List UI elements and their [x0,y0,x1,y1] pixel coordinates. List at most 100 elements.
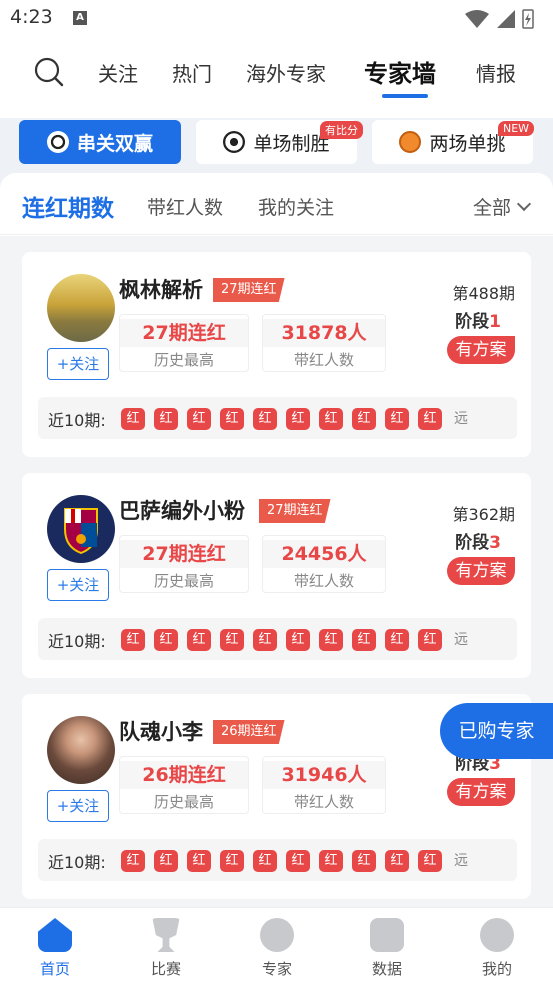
soccer-ball-icon [223,131,246,153]
has-plan-button[interactable]: 有方案 [447,557,515,585]
result-dot: 红 [121,629,145,651]
notification-a-icon: A [73,11,87,25]
nav-experts[interactable]: 专家 [237,918,317,979]
stage-prefix: 阶段 [455,533,490,553]
nav-data[interactable]: 数据 [347,918,427,979]
home-icon [38,918,72,952]
result-dot: 红 [352,629,376,651]
nav-label: 数据 [371,960,402,978]
score-badge: 有比分 [320,121,363,139]
search-icon[interactable] [33,56,65,88]
nav-label: 比赛 [150,960,181,978]
filter-label: 全部 [472,197,511,219]
system-icons [465,9,534,29]
status-bar: 4:23 A [0,0,553,38]
segment-parlay[interactable]: 串关双赢 [19,120,181,164]
result-dot: 红 [319,850,343,872]
stage-number: 3 [489,533,501,553]
stat-label: 带红人数 [293,572,354,590]
expert-card[interactable]: +关注 巴萨编外小粉 27期连红 27期连红 历史最高 24456人 带红人数 … [22,473,531,678]
result-dot: 红 [253,408,277,430]
expert-badge-icon [260,918,294,952]
follow-button[interactable]: +关注 [47,790,109,822]
avatar [47,495,115,563]
stage-indicator: 阶段3 [455,528,501,553]
result-dot: 红 [220,629,244,651]
result-dot: 红 [352,850,376,872]
segment-label: 单场制胜 [253,132,330,155]
result-dot: 红 [220,850,244,872]
nav-label: 首页 [39,960,70,978]
follow-button[interactable]: +关注 [47,569,109,601]
far-label: 远 [454,632,468,648]
new-badge: NEW [498,121,535,136]
segment-label: 串关双赢 [76,132,153,155]
stat-value: 27期连红 [120,319,248,347]
bar-chart-icon [370,918,404,952]
subtab-fans[interactable]: 带红人数 [147,193,223,220]
chevron-down-icon [516,196,532,212]
stat-label: 历史最高 [153,572,214,590]
recent-results: 近10期: 红 红 红 红 红 红 红 红 红 红 远 [38,618,517,660]
nav-matches[interactable]: 比赛 [126,918,206,979]
stat-label: 带红人数 [293,351,354,369]
recent-results: 近10期: 红 红 红 红 红 红 红 红 红 红 远 [38,839,517,881]
has-plan-button[interactable]: 有方案 [447,778,515,806]
fcb-crest-icon [64,508,98,555]
filter-dropdown[interactable]: 全部 [472,193,532,220]
recent-label: 近10期: [48,632,106,651]
tab-hot[interactable]: 热门 [172,58,212,87]
stat-max-streak: 27期连红 历史最高 [119,314,249,372]
stat-label: 历史最高 [153,793,214,811]
nav-profile[interactable]: 我的 [457,918,537,979]
result-dot: 红 [418,850,442,872]
nav-home[interactable]: 首页 [15,918,95,979]
result-dot: 红 [319,408,343,430]
stat-fans: 24456人 带红人数 [262,535,386,593]
result-dot: 红 [418,629,442,651]
tab-expert-wall[interactable]: 专家墙 [364,54,436,89]
recent-label: 近10期: [48,853,106,872]
top-navigation: 关注 热门 海外专家 专家墙 情报 [0,38,553,118]
profile-icon [480,918,514,952]
result-dot: 红 [418,408,442,430]
subtab-streak[interactable]: 连红期数 [22,189,114,223]
purchased-experts-button[interactable]: 已购专家 [440,703,553,759]
result-dot: 红 [385,629,409,651]
expert-panel: 连红期数 带红人数 我的关注 全部 +关注 枫林解析 27期连红 27期连红 历… [0,173,553,907]
result-dot: 红 [187,408,211,430]
tab-follow[interactable]: 关注 [98,58,138,87]
tab-intel[interactable]: 情报 [476,58,516,87]
result-dot: 红 [385,850,409,872]
stat-max-streak: 26期连红 历史最高 [119,756,249,814]
stage-number: 1 [489,312,501,332]
subtab-my-follows[interactable]: 我的关注 [258,193,334,220]
result-dot: 红 [253,850,277,872]
expert-card[interactable]: +关注 枫林解析 27期连红 27期连红 历史最高 31878人 带红人数 第4… [22,252,531,457]
stat-value: 26期连红 [120,761,248,789]
result-dot: 红 [352,408,376,430]
active-tab-indicator [382,94,428,98]
stat-value: 24456人 [263,540,385,568]
recent-results: 近10期: 红 红 红 红 红 红 红 红 红 红 远 [38,397,517,439]
bottom-navigation: 首页 比赛 专家 数据 我的 [0,907,553,984]
avatar [47,274,115,342]
result-dot: 红 [187,850,211,872]
result-dot: 红 [385,408,409,430]
soccer-ball-icon [46,131,69,153]
recent-label: 近10期: [48,411,106,430]
expert-name: 队魂小李 [119,720,203,744]
result-dot: 红 [154,408,178,430]
result-dot: 红 [187,629,211,651]
avatar [47,716,115,784]
has-plan-button[interactable]: 有方案 [447,336,515,364]
period-number: 第488期 [452,284,515,303]
follow-button[interactable]: +关注 [47,348,109,380]
streak-badge: 27期连红 [213,278,285,302]
stat-fans: 31878人 带红人数 [262,314,386,372]
trophy-icon [152,918,180,952]
streak-badge: 26期连红 [213,720,285,744]
stat-value: 27期连红 [120,540,248,568]
tab-overseas-experts[interactable]: 海外专家 [246,58,326,87]
result-dot: 红 [220,408,244,430]
